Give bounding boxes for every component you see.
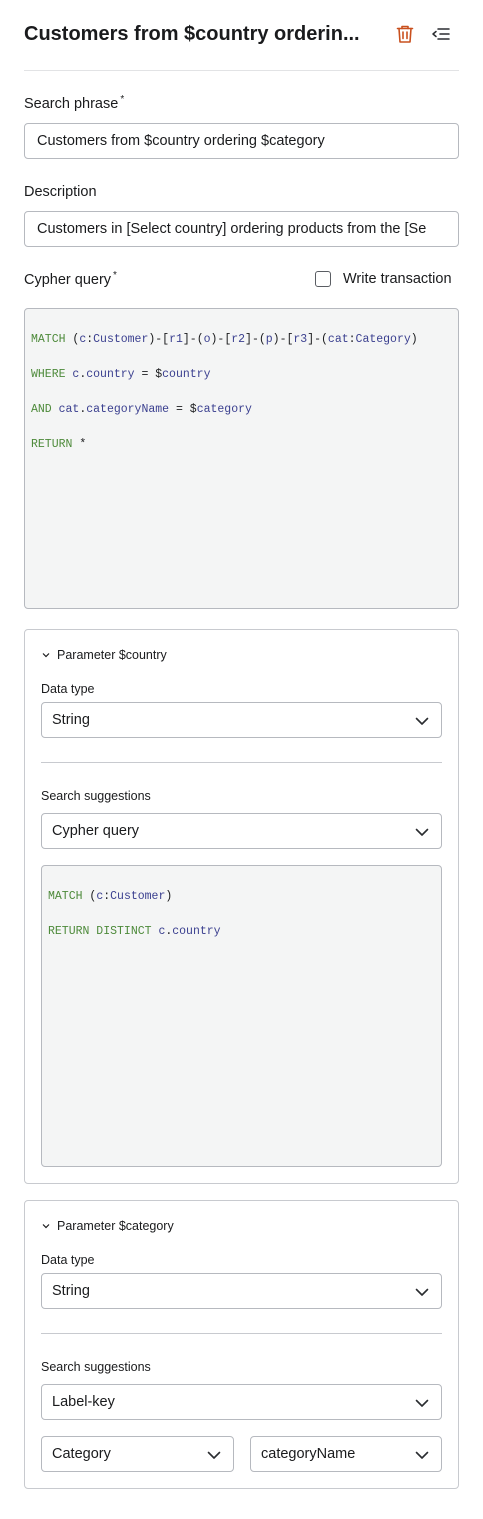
country-suggestions-value: Cypher query [52, 823, 140, 839]
write-transaction-toggle[interactable]: Write transaction [315, 271, 452, 287]
country-suggestion-query-editor[interactable]: MATCH (c:Customer) RETURN DISTINCT c.cou… [41, 865, 442, 1167]
parameter-country-title: Parameter $country [57, 648, 167, 662]
description-input[interactable]: Customers in [Select country] ordering p… [24, 211, 459, 247]
category-data-type-label: Data type [41, 1253, 95, 1267]
panel-divider [41, 1333, 442, 1334]
category-data-type-value: String [52, 1283, 90, 1299]
page-title: Customers from $country orderin... [24, 23, 360, 45]
parameter-category-title: Parameter $category [57, 1219, 174, 1233]
category-label-value: Category [52, 1446, 111, 1462]
code-line: RETURN DISTINCT c.country [48, 924, 221, 938]
search-phrase-input[interactable]: Customers from $country ordering $catego… [24, 123, 459, 159]
country-data-type-select[interactable]: String [41, 702, 442, 738]
search-phrase-label: Search phrase * [24, 94, 125, 112]
page-header: Customers from $country orderin... [24, 20, 459, 50]
category-suggestions-value: Label-key [52, 1394, 115, 1410]
collapse-menu-icon [432, 28, 450, 40]
parameter-category-toggle[interactable]: Parameter $category [41, 1219, 174, 1233]
parameter-country-panel: Parameter $country Data type String Sear… [24, 629, 459, 1184]
collapse-button[interactable] [429, 22, 453, 46]
code-line: AND cat.categoryName = $category [31, 402, 252, 416]
code-line: WHERE c.country = $country [31, 367, 211, 381]
cypher-query-label: Cypher query * [24, 270, 117, 288]
country-data-type-label: Data type [41, 682, 95, 696]
code-line: RETURN * [31, 437, 87, 451]
cypher-editor[interactable]: MATCH (c:Customer)-[r1]-(o)-[r2]-(p)-[r3… [24, 308, 459, 609]
code-line: MATCH (c:Customer) [48, 889, 173, 903]
country-suggestions-label: Search suggestions [41, 789, 151, 803]
category-key-select[interactable]: categoryName [250, 1436, 442, 1472]
chevron-down-icon [415, 717, 429, 725]
description-label: Description [24, 184, 97, 200]
chevron-down-icon [42, 1224, 50, 1229]
header-divider [24, 70, 459, 71]
country-suggestions-select[interactable]: Cypher query [41, 813, 442, 849]
chevron-down-icon [415, 828, 429, 836]
trash-icon [396, 25, 414, 43]
category-label-select[interactable]: Category [41, 1436, 234, 1472]
chevron-down-icon [207, 1451, 221, 1459]
chevron-down-icon [42, 653, 50, 658]
write-transaction-checkbox[interactable] [315, 271, 331, 287]
write-transaction-label: Write transaction [343, 271, 452, 287]
chevron-down-icon [415, 1399, 429, 1407]
category-key-value: categoryName [261, 1446, 356, 1462]
panel-divider [41, 762, 442, 763]
delete-button[interactable] [393, 22, 417, 46]
code-line: MATCH (c:Customer)-[r1]-(o)-[r2]-(p)-[r3… [31, 332, 418, 346]
parameter-country-toggle[interactable]: Parameter $country [41, 648, 167, 662]
chevron-down-icon [415, 1451, 429, 1459]
country-data-type-value: String [52, 712, 90, 728]
category-data-type-select[interactable]: String [41, 1273, 442, 1309]
parameter-category-panel: Parameter $category Data type String Sea… [24, 1200, 459, 1489]
category-suggestions-select[interactable]: Label-key [41, 1384, 442, 1420]
chevron-down-icon [415, 1288, 429, 1296]
category-suggestions-label: Search suggestions [41, 1360, 151, 1374]
